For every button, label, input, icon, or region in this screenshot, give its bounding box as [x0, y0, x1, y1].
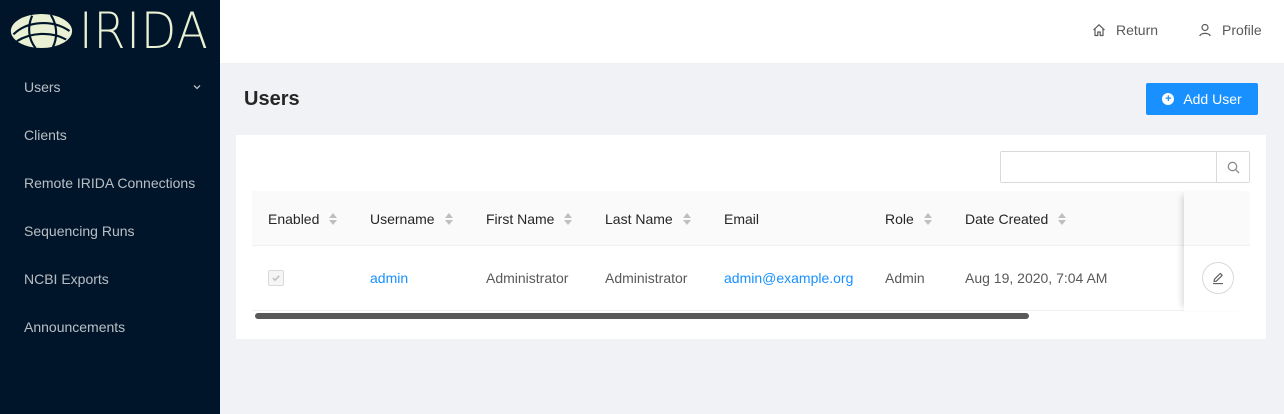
sort-icon: [329, 212, 338, 225]
sidebar-item-label: Announcements: [24, 319, 126, 335]
sidebar-item-label: Sequencing Runs: [24, 223, 135, 239]
sidebar-item-announcements[interactable]: Announcements: [0, 303, 220, 351]
profile-label: Profile: [1222, 22, 1262, 38]
column-header-date-created[interactable]: Date Created: [965, 191, 1067, 246]
email-link[interactable]: admin@example.org: [724, 246, 853, 310]
actions-header: [1184, 191, 1250, 246]
sidebar-item-label: Remote IRIDA Connections: [24, 175, 196, 191]
top-header: Return Profile: [220, 0, 1284, 63]
sidebar-item-ncbi-exports[interactable]: NCBI Exports: [0, 255, 220, 303]
sidebar-item-label: Users: [24, 79, 61, 95]
sort-icon: [923, 212, 932, 225]
role-cell: Admin: [885, 270, 925, 286]
enabled-checkbox[interactable]: [268, 270, 284, 286]
last-name-cell: Administrator: [605, 270, 688, 286]
edit-icon: [1213, 272, 1223, 285]
search-button[interactable]: [1216, 152, 1249, 182]
search-box: [1000, 151, 1250, 183]
edit-user-button[interactable]: [1202, 262, 1234, 294]
sidebar-item-sequencing-runs[interactable]: Sequencing Runs: [0, 207, 220, 255]
sort-icon: [564, 212, 573, 225]
plus-circle-icon: +: [1162, 93, 1175, 105]
sort-icon: [1058, 212, 1067, 225]
column-header-first-name[interactable]: First Name: [486, 191, 573, 246]
sidebar: IRIDA Users Clients Remote IRIDA Connect…: [0, 0, 220, 414]
column-label: Last Name: [605, 210, 673, 227]
add-user-label: Add User: [1183, 91, 1242, 107]
search-input[interactable]: [1001, 152, 1216, 182]
column-label: Email: [724, 210, 760, 227]
column-header-role[interactable]: Role: [885, 191, 932, 246]
enabled-cell: [268, 246, 284, 310]
column-label: Role: [885, 210, 914, 227]
search-icon: [1227, 161, 1239, 173]
logo-text: IRIDA: [78, 2, 209, 60]
sidebar-item-users[interactable]: Users: [0, 63, 220, 111]
sort-icon: [444, 212, 453, 225]
column-label: Username: [370, 210, 435, 227]
horizontal-scrollbar[interactable]: [255, 313, 1029, 319]
table-row: admin Administrator Administrator admin@…: [252, 246, 1250, 311]
first-name-cell: Administrator: [486, 270, 569, 286]
column-header-enabled[interactable]: Enabled: [268, 191, 338, 246]
column-header-last-name[interactable]: Last Name: [605, 191, 691, 246]
return-label: Return: [1116, 22, 1159, 38]
users-card: Enabled Username First Name Last Name Em…: [236, 135, 1266, 339]
check-icon: [272, 275, 280, 282]
column-header-email: Email: [724, 191, 759, 246]
date-created-cell: Aug 19, 2020, 7:04 AM: [965, 270, 1108, 286]
return-link[interactable]: Return: [1092, 22, 1158, 38]
sort-icon: [682, 212, 691, 225]
add-user-button[interactable]: + Add User: [1146, 83, 1258, 115]
sidebar-item-remote-connections[interactable]: Remote IRIDA Connections: [0, 159, 220, 207]
column-header-username[interactable]: Username: [370, 191, 453, 246]
logo[interactable]: IRIDA: [0, 0, 220, 62]
sidebar-menu: Users Clients Remote IRIDA Connections S…: [0, 63, 220, 351]
table-header: Enabled Username First Name Last Name Em…: [252, 191, 1250, 246]
page-title: Users: [244, 88, 300, 110]
column-label: Date Created: [965, 210, 1049, 227]
sidebar-item-label: Clients: [24, 127, 67, 143]
column-label: First Name: [486, 210, 555, 227]
home-icon: [1093, 24, 1105, 37]
username-link[interactable]: admin: [370, 246, 408, 310]
irida-logo-icon: [10, 13, 73, 49]
profile-link[interactable]: Profile: [1198, 22, 1262, 38]
chevron-down-icon: [193, 85, 201, 90]
sidebar-item-label: NCBI Exports: [24, 271, 109, 287]
column-label: Enabled: [268, 210, 320, 227]
sidebar-item-clients[interactable]: Clients: [0, 111, 220, 159]
actions-column: [1184, 191, 1250, 311]
user-icon: [1199, 23, 1211, 37]
